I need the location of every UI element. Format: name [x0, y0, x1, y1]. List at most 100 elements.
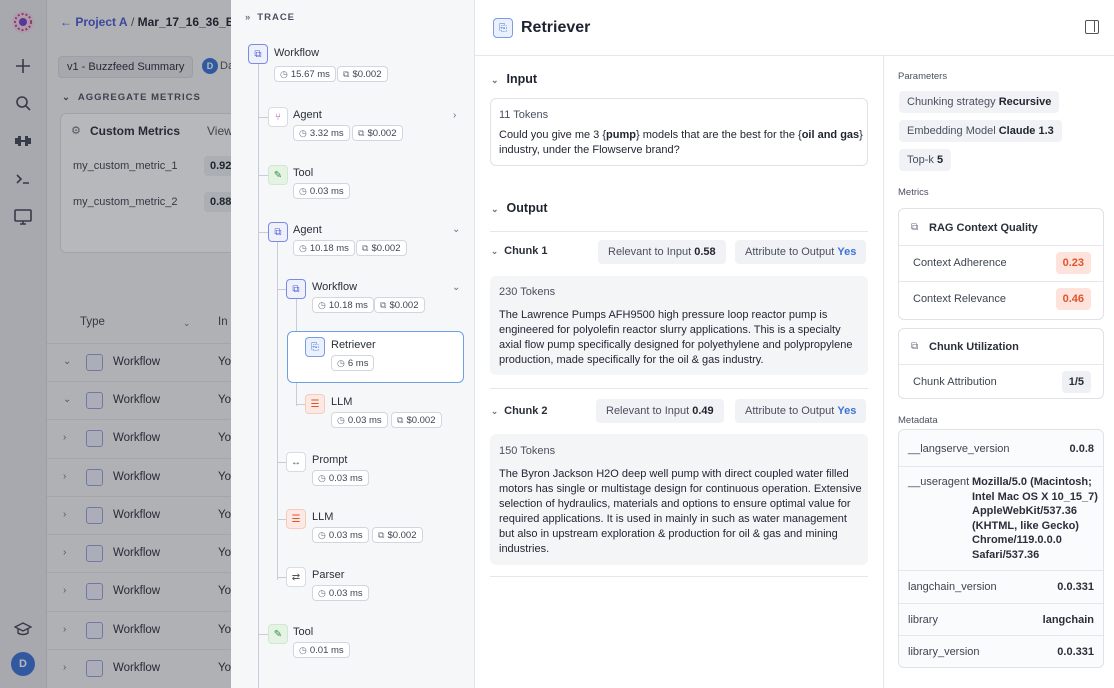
attribution-tag: Attribute to Output Yes	[735, 240, 867, 264]
dumbbell-icon[interactable]	[11, 129, 35, 153]
table-row[interactable]: ⌄ Workflow Yo	[47, 343, 247, 381]
chunk-utilization-card: ⧉ Chunk Utilization Chunk Attribution 1/…	[898, 328, 1104, 399]
table-row[interactable]: › Workflow Yo	[47, 611, 247, 649]
table-row[interactable]: › Workflow Yo	[47, 572, 247, 610]
rag-quality-title: RAG Context Quality	[929, 222, 1038, 234]
chevron-right-icon[interactable]: ›	[63, 662, 66, 673]
chevron-down-icon[interactable]: ⌄	[452, 282, 460, 293]
trace-node-name[interactable]: Prompt	[312, 454, 347, 466]
collapse-icon[interactable]: »	[245, 12, 251, 23]
chunk-header[interactable]: ⌄ Chunk 2	[491, 405, 548, 417]
chevron-down-icon[interactable]: ⌄	[183, 318, 191, 329]
trace-node-name[interactable]: LLM	[331, 396, 352, 408]
chevron-down-icon: ⌄	[62, 92, 71, 103]
metadata-value: langchain	[1042, 614, 1094, 626]
summary-chip[interactable]: v1 - Buzzfeed Summary	[58, 56, 194, 78]
user-avatar[interactable]: D	[11, 652, 35, 676]
chevron-right-icon[interactable]: ›	[63, 509, 66, 520]
chevron-right-icon[interactable]: ›	[63, 471, 66, 482]
chevron-right-icon[interactable]: ›	[63, 624, 66, 635]
time-pill: ◷ 10.18 ms	[312, 297, 374, 313]
clock-icon: ◷	[299, 186, 307, 196]
aggregate-metrics-header[interactable]: ⌄ AGGREGATE METRICS	[62, 92, 201, 103]
plus-icon[interactable]	[11, 54, 35, 78]
input-section-header[interactable]: ⌄ Input	[491, 72, 537, 86]
logo-icon[interactable]	[11, 10, 35, 34]
table-row[interactable]: › Workflow Yo	[47, 649, 247, 687]
table-row[interactable]: › Workflow Yo	[47, 496, 247, 534]
chunk-header[interactable]: ⌄ Chunk 1	[491, 245, 548, 257]
output-section-header[interactable]: ⌄ Output	[491, 201, 548, 215]
terminal-icon[interactable]	[11, 167, 35, 191]
column-header-input[interactable]: In	[218, 316, 228, 328]
rag-quality-card: ⧉ RAG Context Quality Context Adherence …	[898, 208, 1104, 320]
workflow-icon	[86, 583, 103, 600]
input-token-count: 11 Tokens	[499, 109, 549, 121]
search-icon[interactable]	[11, 91, 35, 115]
node-cost: $0.002	[352, 69, 382, 80]
param-chip: Top-k 5	[899, 149, 952, 171]
trace-node-name[interactable]: Tool	[293, 626, 313, 638]
retriever-icon: ⎘	[305, 337, 325, 357]
column-header-type[interactable]: Type	[80, 316, 105, 328]
metric-name: my_custom_metric_1	[73, 160, 178, 172]
chunk-text: The Lawrence Pumps AFH9500 high pressure…	[499, 309, 853, 366]
chevron-down-icon[interactable]: ⌄	[63, 394, 71, 405]
trace-node-name[interactable]: Workflow	[312, 281, 357, 293]
monitor-icon[interactable]	[11, 205, 35, 229]
clock-icon: ◷	[299, 243, 307, 253]
chevron-down-icon[interactable]: ⌄	[452, 224, 460, 235]
chevron-right-icon[interactable]: ›	[63, 547, 66, 558]
trace-node-name[interactable]: Tool	[293, 167, 313, 179]
table-row[interactable]: › Workflow Yo	[47, 534, 247, 572]
metric-name: Chunk Attribution	[913, 376, 997, 388]
workflow-icon: ⧉	[248, 44, 268, 64]
relevance-tag: Relevant to Input 0.49	[596, 399, 724, 423]
workflow-icon	[86, 392, 103, 409]
node-time: 6 ms	[347, 358, 369, 369]
trace-node-name[interactable]: Agent	[293, 109, 322, 121]
breadcrumb: ← Project A / Mar_17_16_36_Buzzf	[60, 15, 258, 29]
trace-node-name[interactable]: Agent	[293, 224, 322, 236]
breadcrumb-project[interactable]: Project A	[75, 15, 127, 29]
trace-node-name[interactable]: LLM	[312, 511, 333, 523]
time-pill: ◷ 0.03 ms	[312, 585, 369, 601]
chunk-token-count: 230 Tokens	[499, 286, 556, 298]
custom-metrics-view[interactable]: View	[207, 124, 233, 138]
chunk-token-count: 150 Tokens	[499, 445, 556, 457]
clock-icon: ◷	[337, 358, 345, 368]
chevron-right-icon[interactable]: ›	[453, 110, 456, 121]
table-row[interactable]: › Workflow Yo	[47, 458, 247, 496]
back-arrow-icon[interactable]: ←	[60, 15, 72, 29]
trace-title: TRACE	[257, 12, 296, 23]
table-row[interactable]: › Workflow Yo	[47, 419, 247, 457]
breadcrumb-separator: /	[130, 15, 135, 29]
chevron-right-icon[interactable]: ›	[63, 585, 66, 596]
clock-icon: ◷	[280, 69, 288, 79]
metadata-key: __langserve_version	[908, 443, 1010, 455]
metrics-icon: ⧉	[911, 222, 919, 233]
time-pill: ◷ 0.03 ms	[312, 527, 369, 543]
row-type: Workflow	[113, 394, 161, 406]
metadata-value: 0.0.331	[1057, 646, 1094, 658]
custom-metrics-title: Custom Metrics	[90, 124, 181, 138]
metric-name: Context Relevance	[913, 293, 1006, 305]
sidebar-toggle-icon[interactable]	[1085, 20, 1099, 34]
prompt-icon: ↔	[286, 452, 306, 472]
row-input: Yo	[218, 547, 232, 559]
time-pill: ◷ 6 ms	[331, 355, 375, 371]
trace-node-name[interactable]: Parser	[312, 569, 344, 581]
trace-node-name[interactable]: Retriever	[331, 339, 376, 351]
metadata-key: library_version	[908, 646, 980, 658]
chevron-right-icon[interactable]: ›	[63, 432, 66, 443]
trace-node-name[interactable]: Workflow	[274, 47, 319, 59]
node-time: 0.03 ms	[347, 415, 382, 426]
graduation-cap-icon[interactable]	[11, 617, 35, 641]
tool-icon: ✎	[268, 165, 288, 185]
time-pill: ◷ 0.03 ms	[331, 412, 388, 428]
row-type: Workflow	[113, 356, 161, 368]
table-row[interactable]: ⌄ Workflow Yo	[47, 381, 247, 419]
chevron-down-icon[interactable]: ⌄	[63, 356, 71, 367]
metric-value: 0.46	[1055, 288, 1091, 310]
row-type: Workflow	[113, 662, 161, 674]
